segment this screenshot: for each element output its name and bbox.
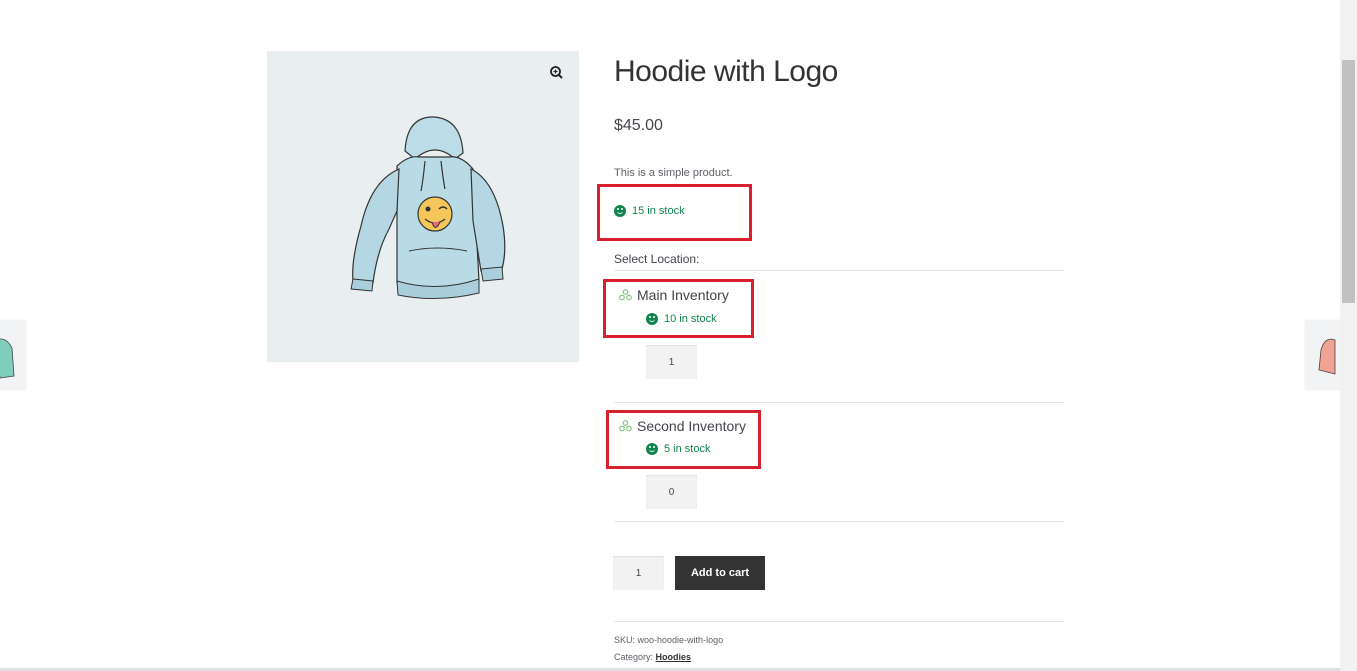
product-gallery: [267, 51, 579, 362]
smiley-icon: [646, 313, 658, 325]
main-inventory-quantity-input[interactable]: [646, 345, 697, 379]
product-price: $45.00: [614, 117, 663, 134]
category-label: Category:: [614, 652, 654, 662]
location-stock-text: 10 in stock: [664, 313, 717, 325]
smiley-icon: [614, 205, 626, 217]
divider: [614, 270, 1064, 271]
product-stock-status: 15 in stock: [614, 205, 685, 217]
product-title: Hoodie with Logo: [614, 55, 838, 88]
page-scrollbar[interactable]: [1340, 0, 1357, 671]
select-location-label: Select Location:: [614, 252, 700, 266]
previous-product-button[interactable]: [0, 320, 26, 390]
product-category: Category: Hoodies: [614, 652, 691, 662]
sku-label: SKU:: [614, 635, 636, 645]
divider: [614, 621, 1064, 622]
add-to-cart-button[interactable]: Add to cart: [675, 556, 765, 590]
location-item-second-inventory: Second Inventory: [619, 418, 746, 434]
product-sku: SKU: woo-hoodie-with-logo: [614, 635, 723, 645]
location-icon: [619, 420, 632, 432]
location-item-main-inventory: Main Inventory: [619, 287, 729, 303]
location-name: Main Inventory: [637, 287, 729, 303]
location-stock-text: 5 in stock: [664, 443, 711, 455]
divider: [614, 402, 1064, 403]
product-image[interactable]: [337, 111, 507, 301]
divider: [614, 521, 1064, 522]
second-inventory-quantity-input[interactable]: [646, 475, 697, 509]
location-stock-status: 10 in stock: [646, 313, 717, 325]
location-icon: [619, 289, 632, 301]
zoom-icon[interactable]: [547, 63, 567, 83]
scrollbar-thumb[interactable]: [1342, 60, 1355, 303]
category-link[interactable]: Hoodies: [656, 652, 692, 662]
cart-quantity-input[interactable]: [613, 556, 664, 590]
location-stock-status: 5 in stock: [646, 443, 710, 455]
product-stock-text: 15 in stock: [632, 205, 685, 217]
location-name: Second Inventory: [637, 418, 746, 434]
smiley-icon: [646, 443, 658, 455]
sku-value: woo-hoodie-with-logo: [637, 635, 724, 645]
product-description: This is a simple product.: [614, 167, 733, 179]
